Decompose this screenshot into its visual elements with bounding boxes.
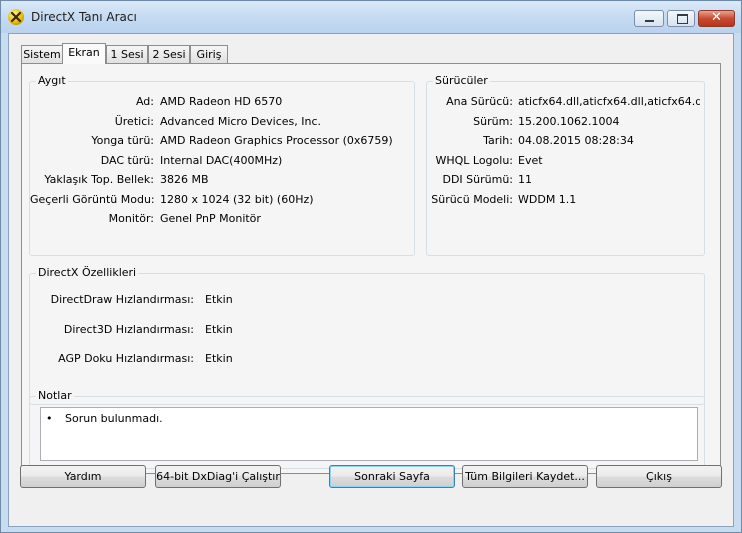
tab-giris[interactable]: Giriş: [190, 45, 228, 63]
version-label: Sürüm:: [473, 115, 513, 128]
direct3d-label: Direct3D Hızlandırması:: [63, 323, 194, 336]
main-driver-label: Ana Sürücü:: [446, 95, 513, 108]
dac-type-label: DAC türü:: [100, 154, 154, 167]
date-label: Tarih:: [483, 134, 513, 147]
tab-ekran[interactable]: Ekran: [62, 43, 106, 64]
note-bullet: •: [46, 412, 53, 425]
manufacturer-value: Advanced Micro Devices, Inc.: [160, 115, 322, 128]
run-64bit-dxdiag-button[interactable]: 64-bit DxDiag'i Çalıştır: [155, 465, 281, 488]
maximize-button[interactable]: [667, 10, 695, 27]
directdraw-value: Etkin: [205, 293, 233, 306]
window-title: DirectX Tanı Aracı: [31, 10, 137, 24]
agp-label: AGP Doku Hızlandırması:: [58, 352, 194, 365]
device-group: Aygıt Ad: AMD Radeon HD 6570 Üretici: Ad…: [29, 74, 415, 256]
directx-features-title: DirectX Özellikleri: [36, 266, 139, 279]
help-button[interactable]: Yardım: [20, 465, 146, 488]
device-name-value: AMD Radeon HD 6570: [160, 95, 283, 108]
ddi-version-label: DDI Sürümü:: [442, 173, 513, 186]
main-driver-value: aticfx64.dll,aticfx64.dll,aticfx64.dll,a: [518, 95, 700, 108]
notes-title: Notlar: [36, 389, 74, 402]
close-icon: ✕: [711, 10, 722, 25]
chip-type-label: Yonga türü:: [91, 134, 154, 147]
tab-sistem[interactable]: Sistem: [21, 45, 63, 63]
ddi-version-value: 11: [518, 173, 532, 186]
save-all-info-button[interactable]: Tüm Bilgileri Kaydet...: [462, 465, 588, 488]
drivers-group: Sürücüler Ana Sürücü: aticfx64.dll,aticf…: [426, 74, 705, 256]
exit-button[interactable]: Çıkış: [596, 465, 722, 488]
monitor-value: Genel PnP Monitör: [160, 212, 261, 225]
minimize-icon: [645, 20, 654, 22]
title-bar[interactable]: DirectX Tanı Aracı ✕: [1, 1, 741, 33]
driver-model-label: Sürücü Modeli:: [431, 193, 513, 206]
whql-value: Evet: [518, 154, 543, 167]
display-mode-value: 1280 x 1024 (32 bit) (60Hz): [160, 193, 314, 206]
next-page-button[interactable]: Sonraki Sayfa: [329, 465, 455, 488]
window: DirectX Tanı Aracı ✕ Sistem Ekran 1 Sesi…: [0, 0, 742, 533]
drivers-group-title: Sürücüler: [433, 74, 490, 87]
dialog-client: Sistem Ekran 1 Sesi 2 Sesi Giriş Aygıt A…: [8, 33, 734, 527]
manufacturer-label: Üretici:: [114, 115, 154, 128]
directdraw-label: DirectDraw Hızlandırması:: [50, 293, 194, 306]
driver-model-value: WDDM 1.1: [518, 193, 577, 206]
close-button[interactable]: ✕: [698, 10, 735, 27]
tab-panel-ekran: Aygıt Ad: AMD Radeon HD 6570 Üretici: Ad…: [21, 63, 721, 474]
note-text: Sorun bulunmadı.: [65, 412, 163, 425]
version-value: 15.200.1062.1004: [518, 115, 620, 128]
monitor-label: Monitör:: [108, 212, 154, 225]
directx-icon: [8, 9, 24, 25]
whql-label: WHQL Logolu:: [435, 154, 513, 167]
display-mode-label: Geçerli Görüntü Modu:: [30, 193, 155, 206]
device-group-title: Aygıt: [36, 74, 68, 87]
maximize-icon: [677, 14, 688, 24]
minimize-button[interactable]: [634, 10, 664, 27]
notes-textbox[interactable]: • Sorun bulunmadı.: [40, 407, 698, 461]
directx-features-group: DirectX Özellikleri DirectDraw Hızlandır…: [29, 266, 705, 405]
device-name-label: Ad:: [135, 95, 154, 108]
total-memory-value: 3826 MB: [160, 173, 209, 186]
agp-value: Etkin: [205, 352, 233, 365]
direct3d-value: Etkin: [205, 323, 233, 336]
tab-1-sesi[interactable]: 1 Sesi: [106, 45, 148, 63]
total-memory-label: Yaklaşık Top. Bellek:: [44, 173, 154, 186]
notes-group: Notlar • Sorun bulunmadı.: [29, 389, 705, 469]
tab-2-sesi[interactable]: 2 Sesi: [148, 45, 190, 63]
chip-type-value: AMD Radeon Graphics Processor (0x6759): [160, 134, 393, 147]
dac-type-value: Internal DAC(400MHz): [160, 154, 283, 167]
date-value: 04.08.2015 08:28:34: [518, 134, 634, 147]
